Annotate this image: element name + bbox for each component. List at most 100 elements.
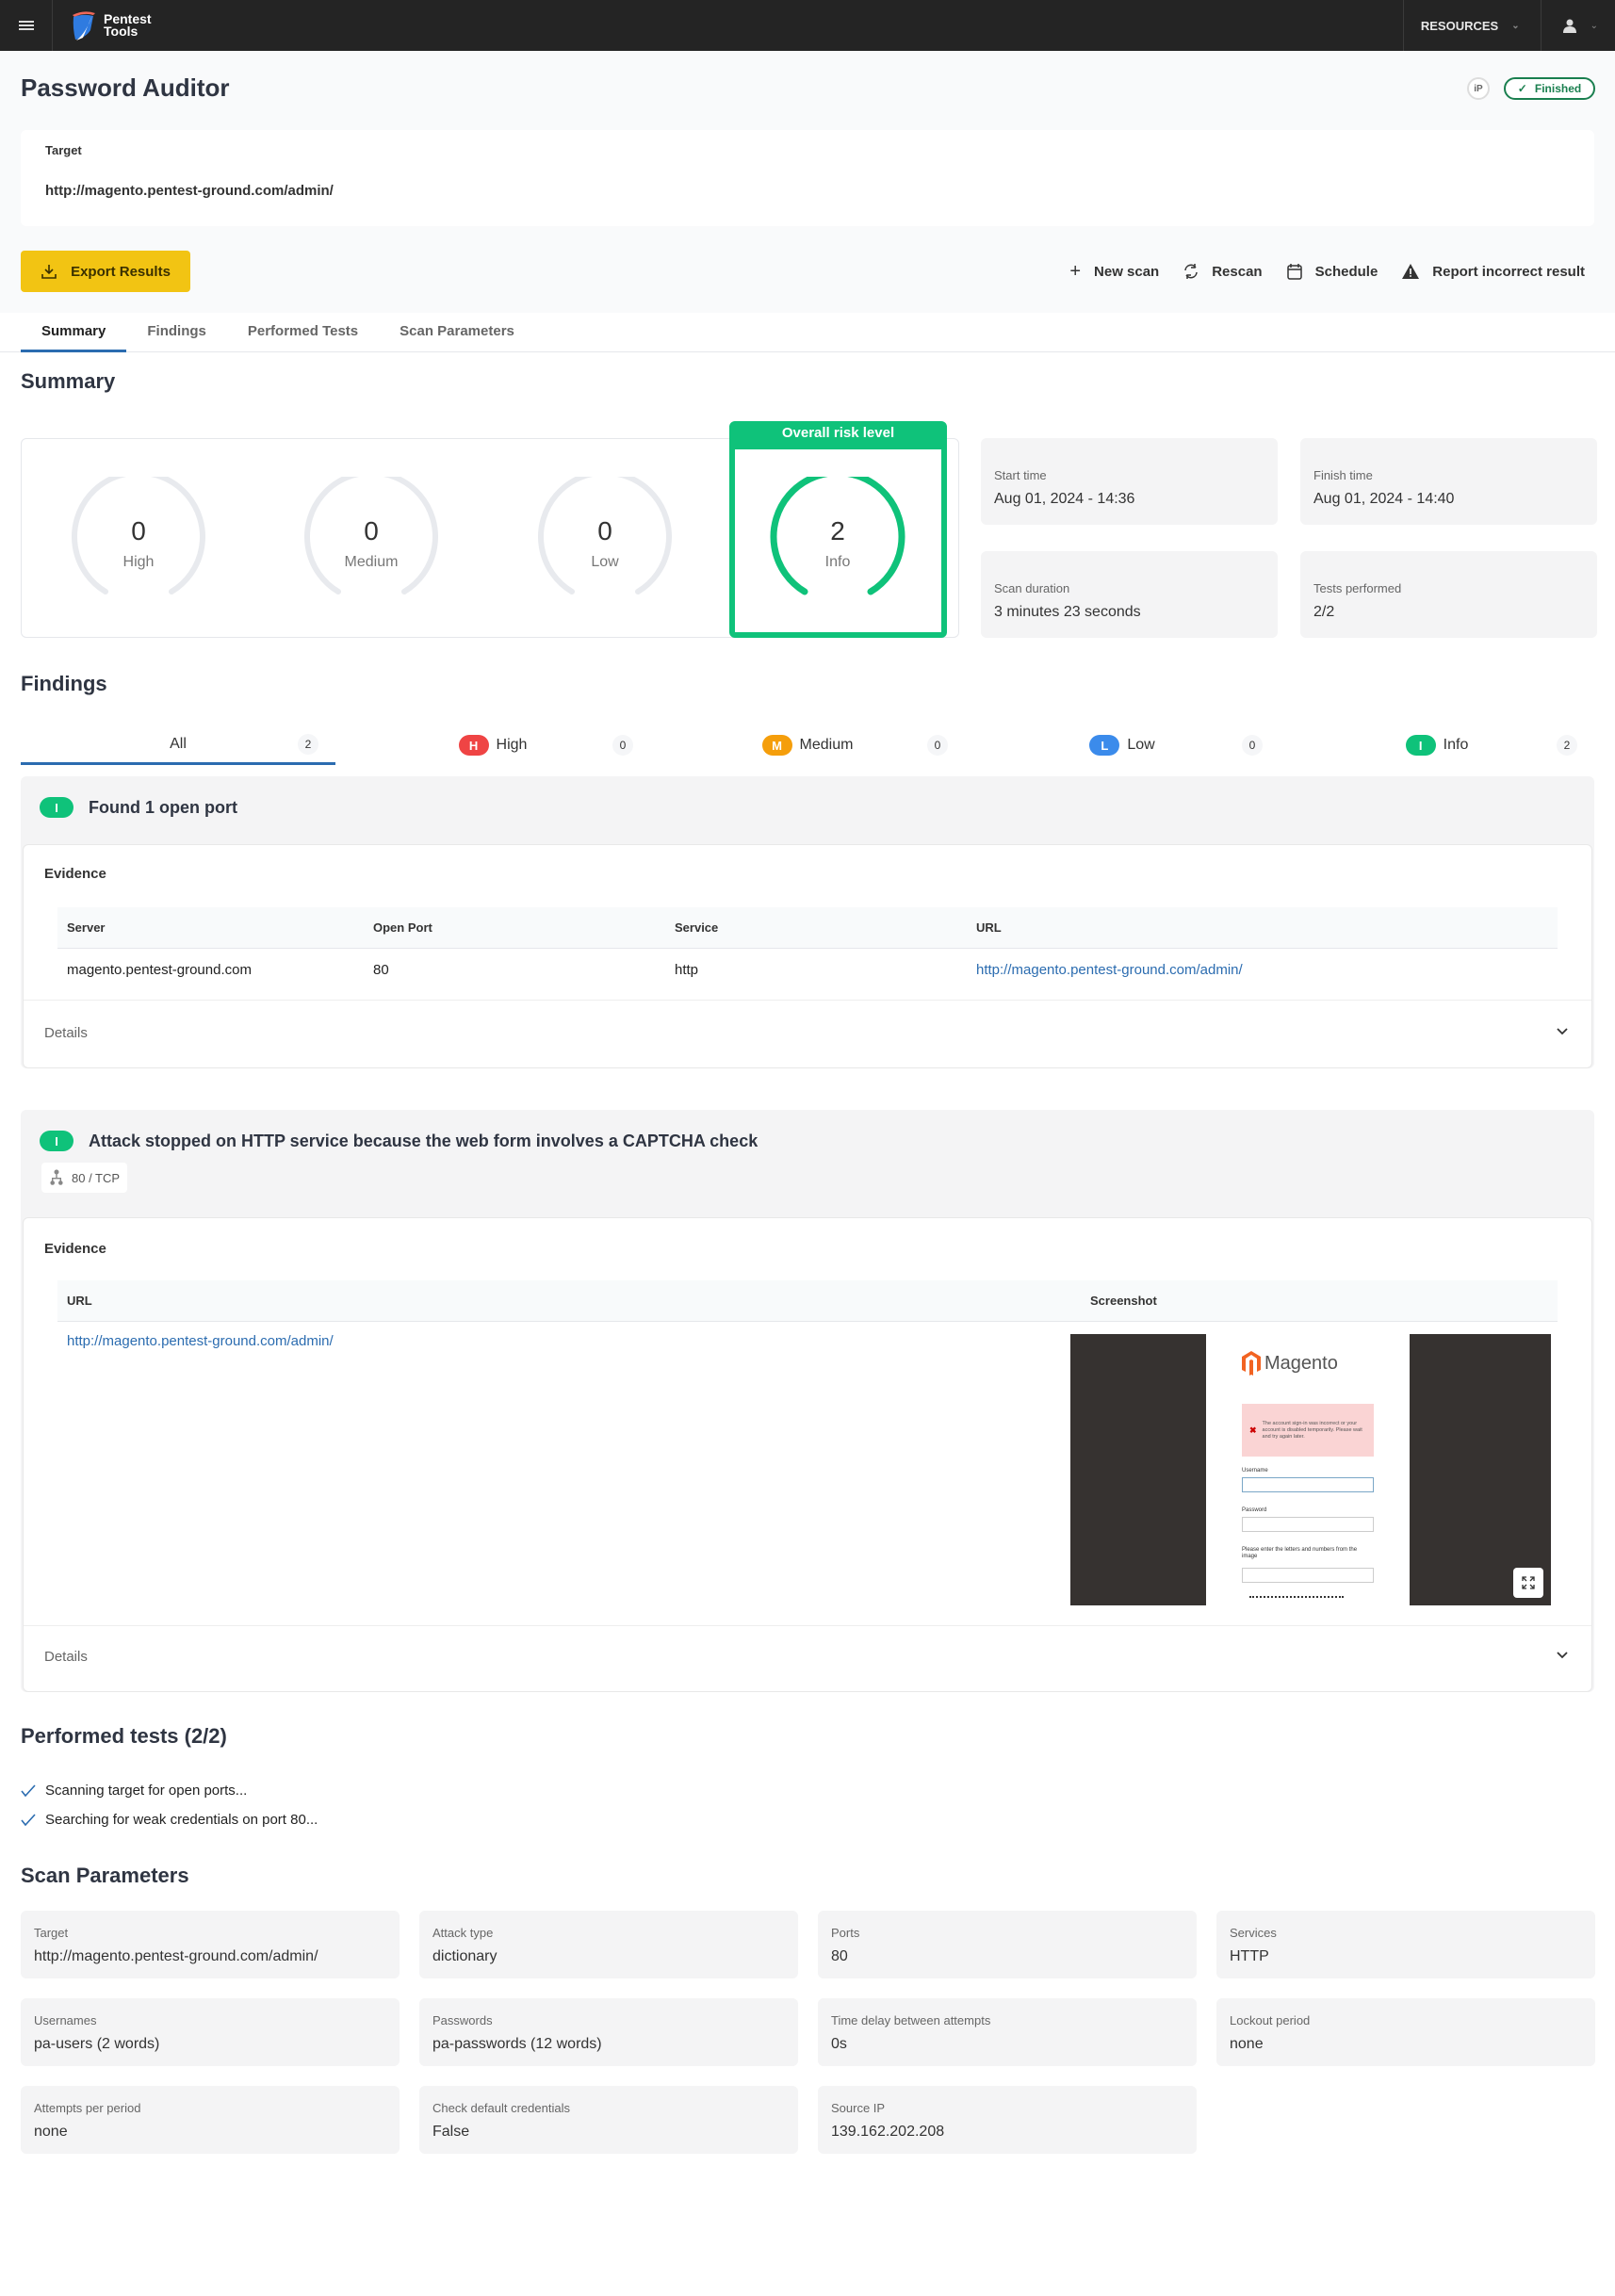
finding-title: Attack stopped on HTTP service because t…	[89, 1131, 759, 1150]
stat-tests-performed: Tests performed 2/2	[1300, 551, 1597, 638]
filter-medium[interactable]: M Medium 0	[650, 725, 965, 765]
stat-value: Aug 01, 2024 - 14:40	[1313, 491, 1455, 507]
error-x-icon: ✖	[1249, 1425, 1257, 1435]
severity-info-badge: I	[40, 1131, 73, 1151]
stat-finish-time: Finish time Aug 01, 2024 - 14:40	[1300, 438, 1597, 525]
screenshot-captcha-label: Please enter the letters and numbers fro…	[1242, 1547, 1358, 1559]
param-label: Attack type	[432, 1926, 494, 1940]
param-value: pa-passwords (12 words)	[432, 2036, 602, 2052]
magento-logo-icon	[1242, 1351, 1261, 1376]
user-menu[interactable]: ⌄	[1540, 0, 1615, 51]
param-label: Attempts per period	[34, 2101, 141, 2115]
stat-label: Scan duration	[994, 581, 1070, 595]
param-usernames: Usernames pa-users (2 words)	[21, 1998, 400, 2066]
gauge-arc	[304, 469, 438, 594]
filter-info[interactable]: I Info 2	[1280, 725, 1594, 765]
calendar-icon	[1286, 264, 1302, 280]
gauge-count: 0	[597, 516, 612, 546]
logo[interactable]: Pentest Tools	[70, 9, 152, 41]
severity-info-badge: I	[40, 797, 73, 818]
details-label: Details	[44, 1649, 88, 1665]
screenshot-password-field	[1242, 1517, 1374, 1532]
details-toggle[interactable]: Details	[24, 1000, 1591, 1067]
filter-label: High	[496, 737, 528, 753]
schedule-button[interactable]: Schedule	[1286, 263, 1378, 280]
new-scan-button[interactable]: + New scan	[1069, 261, 1159, 283]
filter-count: 2	[1557, 735, 1577, 756]
severity-medium-badge: M	[761, 735, 792, 756]
resources-menu[interactable]: RESOURCES ⌄	[1402, 0, 1541, 51]
rescan-label: Rescan	[1212, 263, 1263, 280]
param-ports: Ports 80	[818, 1911, 1197, 1978]
page-title: Password Auditor	[21, 73, 230, 102]
stat-scan-duration: Scan duration 3 minutes 23 seconds	[981, 551, 1278, 638]
gauge-label: Medium	[344, 554, 399, 570]
check-icon	[21, 1813, 36, 1826]
menu-button[interactable]	[0, 0, 53, 51]
finding-header[interactable]: I Attack stopped on HTTP service because…	[40, 1131, 758, 1151]
param-label: Passwords	[432, 2013, 493, 2027]
screenshot-captcha-image	[1249, 1596, 1344, 1604]
plus-icon: +	[1069, 260, 1082, 282]
stat-value: 2/2	[1313, 604, 1335, 620]
port-chip: 80 / TCP	[41, 1163, 128, 1193]
gauge-medium: 0 Medium	[301, 469, 442, 618]
gauge-info: 2 Info	[767, 469, 908, 618]
param-label: Time delay between attempts	[831, 2013, 991, 2027]
rescan-button[interactable]: Rescan	[1183, 263, 1263, 280]
param-label: Services	[1230, 1926, 1277, 1940]
network-icon	[50, 1169, 63, 1185]
status-badge: ✓ Finished	[1504, 77, 1595, 100]
param-passwords: Passwords pa-passwords (12 words)	[419, 1998, 798, 2066]
tab-findings[interactable]: Findings	[126, 317, 227, 352]
column-header: Server	[67, 920, 106, 935]
filter-high[interactable]: H High 0	[335, 725, 650, 765]
details-toggle[interactable]: Details	[24, 1625, 1591, 1691]
report-incorrect-result-button[interactable]: Report incorrect result	[1402, 264, 1585, 280]
screenshot-captcha-field	[1242, 1568, 1374, 1583]
filter-count: 0	[612, 735, 633, 756]
column-header: URL	[67, 1294, 92, 1308]
filter-count: 2	[298, 733, 318, 755]
stat-value: 3 minutes 23 seconds	[994, 604, 1141, 620]
gauge-label: Low	[591, 554, 619, 570]
logo-line-2: Tools	[104, 24, 139, 39]
shield-logo-icon	[73, 11, 95, 41]
filter-all[interactable]: All 2	[21, 725, 335, 765]
param-value: none	[1230, 2036, 1264, 2052]
filter-label: Low	[1127, 737, 1155, 753]
param-lockout-period: Lockout period none	[1216, 1998, 1595, 2066]
stat-start-time: Start time Aug 01, 2024 - 14:36	[981, 438, 1278, 525]
param-value: False	[432, 2124, 470, 2140]
param-label: Usernames	[34, 2013, 97, 2027]
tab-performed-tests[interactable]: Performed Tests	[227, 317, 379, 352]
param-time-delay-between-attempts: Time delay between attempts 0s	[818, 1998, 1197, 2066]
target-label: Target	[45, 143, 82, 157]
finding-header[interactable]: I Found 1 open port	[40, 797, 237, 818]
param-attempts-per-period: Attempts per period none	[21, 2086, 400, 2154]
hamburger-icon	[18, 19, 34, 32]
expand-screenshot-button[interactable]	[1513, 1568, 1543, 1598]
param-label: Ports	[831, 1926, 860, 1940]
download-icon	[41, 265, 57, 279]
evidence-screenshot[interactable]: Magento ✖ The account sign-in was incorr…	[1070, 1334, 1551, 1605]
param-services: Services HTTP	[1216, 1911, 1595, 1978]
param-check-default-credentials: Check default credentials False	[419, 2086, 798, 2154]
ip-badge[interactable]: iP	[1467, 77, 1490, 100]
filter-low[interactable]: L Low 0	[965, 725, 1280, 765]
param-value: dictionary	[432, 1948, 498, 1964]
tab-scan-parameters[interactable]: Scan Parameters	[379, 317, 535, 352]
gauge-label: High	[122, 554, 155, 570]
scan-parameters-heading: Scan Parameters	[21, 1864, 189, 1887]
export-results-button[interactable]: Export Results	[21, 251, 190, 292]
column-header: Screenshot	[1090, 1294, 1157, 1308]
port-cell: 80	[373, 962, 389, 978]
url-link[interactable]: http://magento.pentest-ground.com/admin/	[67, 1333, 334, 1349]
finding-card: I Found 1 open port Evidence Server Open…	[21, 776, 1594, 1068]
screenshot-error-text: The account sign-in was incorrect or you…	[1262, 1420, 1362, 1440]
schedule-label: Schedule	[1314, 263, 1378, 280]
tab-summary[interactable]: Summary	[21, 317, 127, 352]
param-value: HTTP	[1230, 1948, 1269, 1964]
url-link[interactable]: http://magento.pentest-ground.com/admin/	[976, 962, 1243, 978]
service-cell: http	[675, 962, 699, 978]
